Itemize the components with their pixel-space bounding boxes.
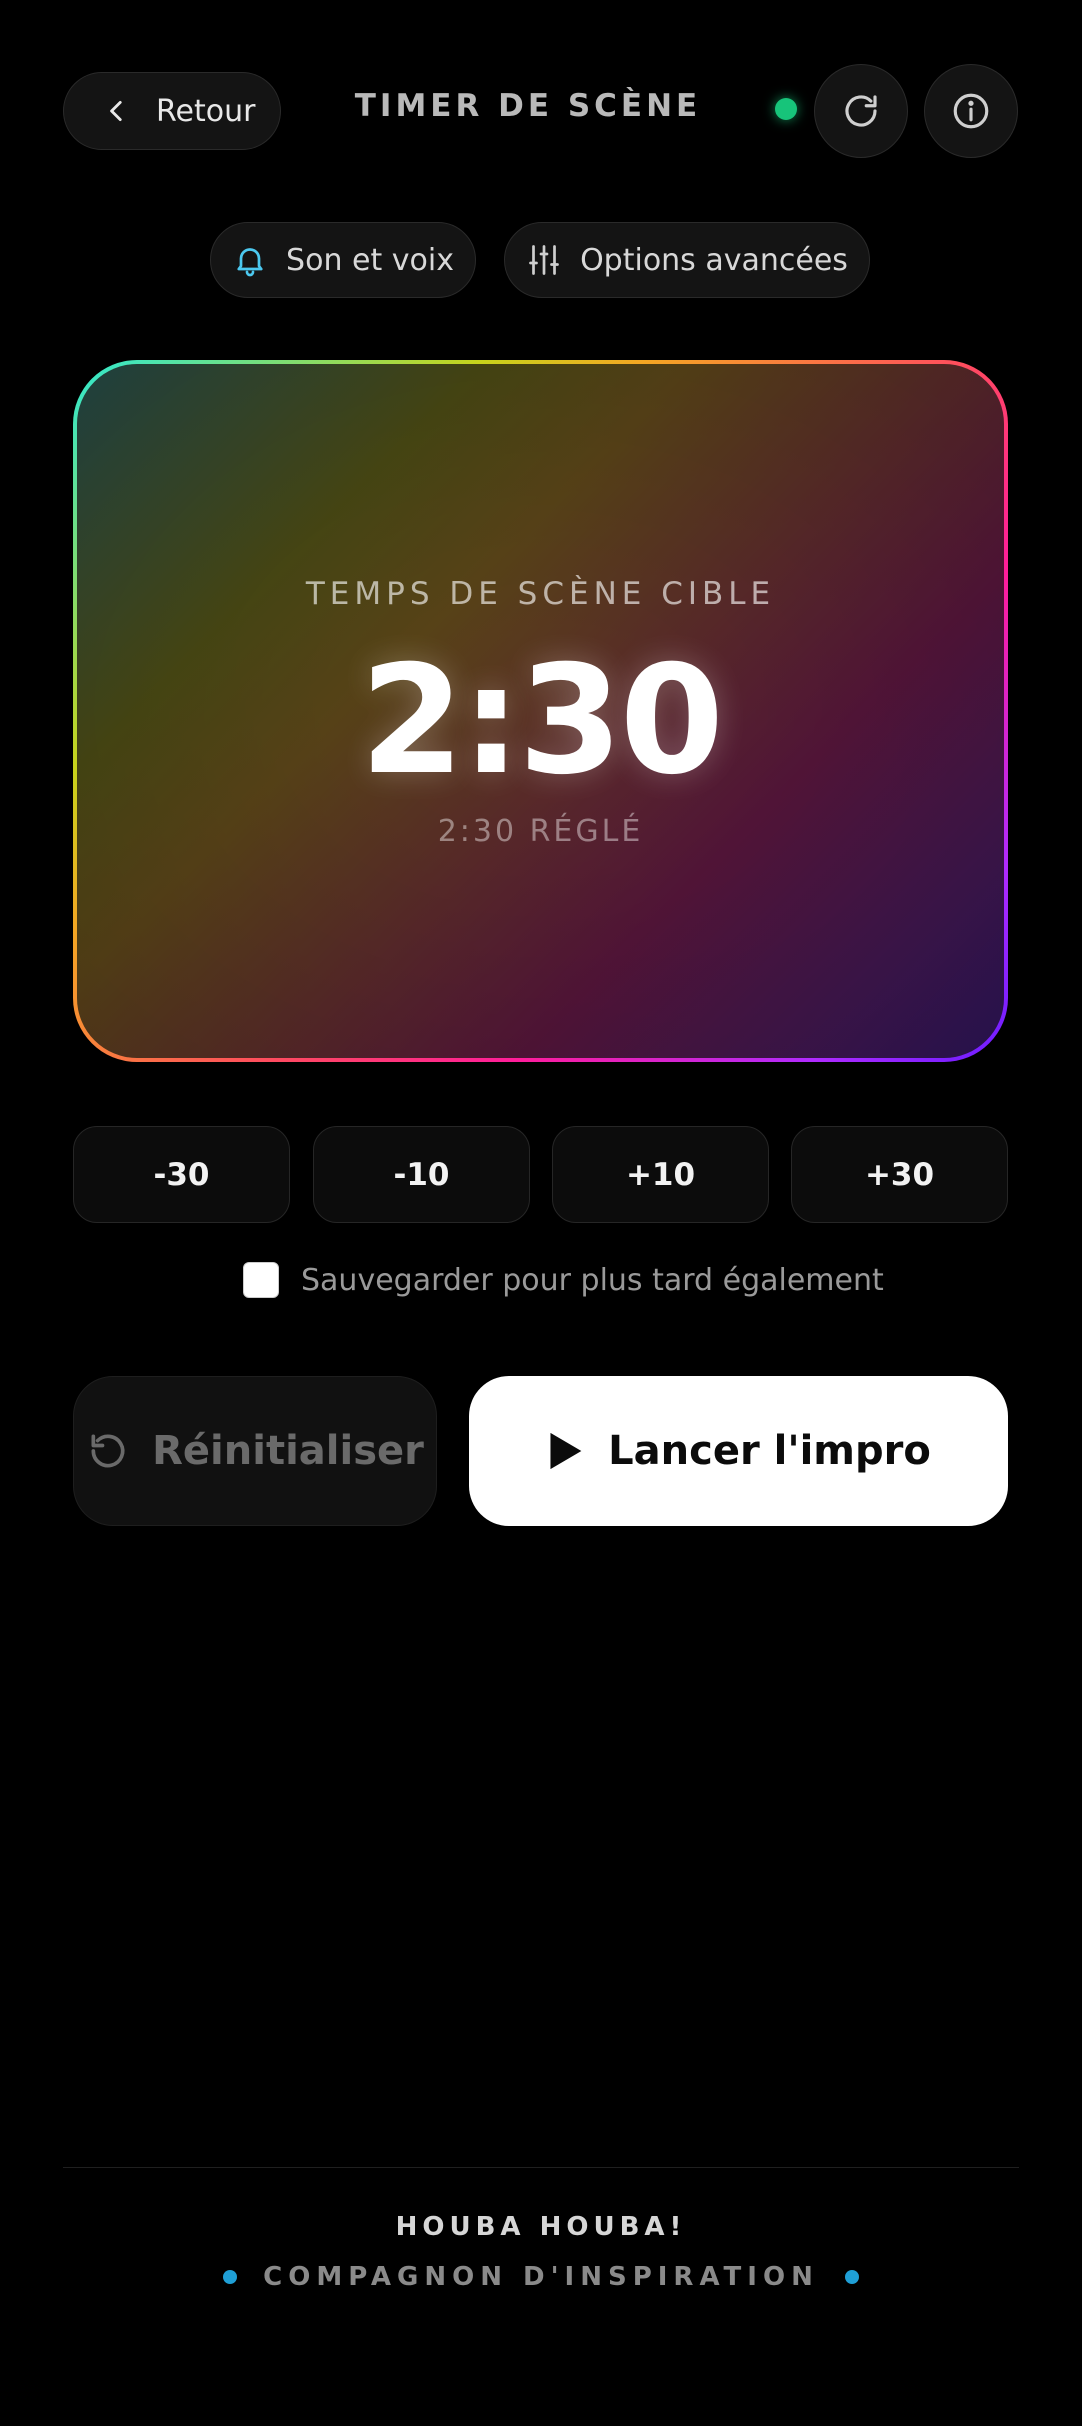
minus-10-button[interactable]: -10 [313,1126,530,1223]
minus-30-button[interactable]: -30 [73,1126,290,1223]
advanced-options-button[interactable]: Options avancées [504,222,870,298]
sliders-icon [526,242,562,278]
save-for-later-checkbox[interactable] [243,1262,279,1298]
footer-divider [63,2167,1019,2168]
launch-impro-label: Lancer l'impro [608,1428,931,1474]
info-icon [950,90,992,132]
save-for-later-label[interactable]: Sauvegarder pour plus tard également [301,1263,884,1298]
footer-brand: HOUBA HOUBA! [395,2212,687,2242]
status-indicator [775,98,797,120]
sound-and-voice-label: Son et voix [286,242,454,278]
reset-label: Réinitialiser [152,1428,424,1474]
footer-tagline: COMPAGNON D'INSPIRATION [263,2262,819,2292]
refresh-icon [840,90,882,132]
chevron-left-icon [104,98,130,124]
timer-label: TEMPS DE SCÈNE CIBLE [305,576,776,612]
timer-card: TEMPS DE SCÈNE CIBLE 2:30 2:30 RÉGLÉ [73,360,1008,1062]
back-button-label: Retour [156,93,256,129]
plus-30-button[interactable]: +30 [791,1126,1008,1223]
sound-and-voice-button[interactable]: Son et voix [210,222,476,298]
play-icon [546,1431,584,1471]
launch-impro-button[interactable]: Lancer l'impro [469,1376,1008,1526]
page-title: TIMER DE SCÈNE [354,88,702,124]
timer-subtext: 2:30 RÉGLÉ [437,814,644,849]
back-button[interactable]: Retour [63,72,281,150]
advanced-options-label: Options avancées [580,242,848,278]
dot-icon [223,2270,238,2284]
reset-icon [86,1429,130,1473]
save-for-later-row[interactable]: Sauvegarder pour plus tard également [243,1262,884,1298]
info-button[interactable] [924,64,1018,158]
timer-display: 2:30 [359,634,724,808]
plus-10-button[interactable]: +10 [552,1126,769,1223]
footer-tagline-row: COMPAGNON D'INSPIRATION [0,2262,1082,2292]
reset-button[interactable]: Réinitialiser [73,1376,437,1526]
refresh-button[interactable] [814,64,908,158]
dot-icon [844,2270,859,2284]
bell-icon [232,242,268,278]
